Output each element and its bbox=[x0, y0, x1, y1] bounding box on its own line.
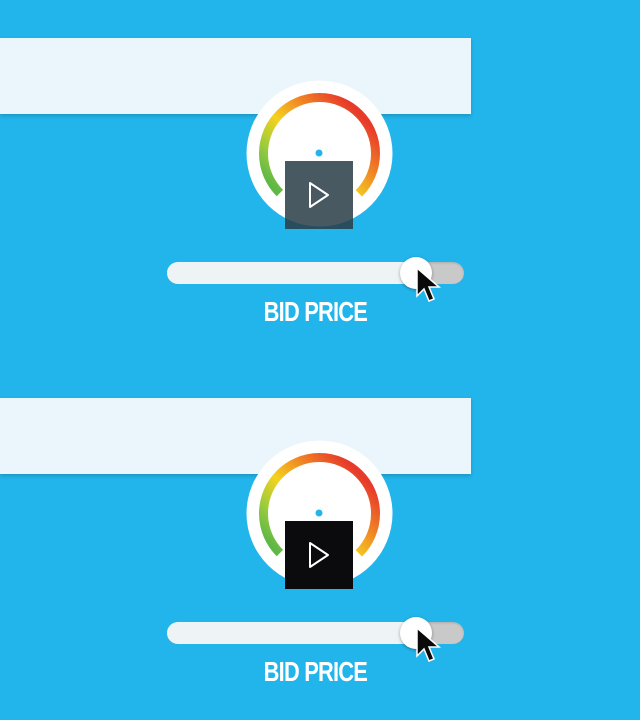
play-button[interactable] bbox=[285, 161, 353, 229]
bid-price-label: BID PRICE bbox=[263, 296, 368, 327]
bid-panel-top: BID PRICE bbox=[0, 0, 640, 360]
top-banner-bar bbox=[0, 398, 471, 474]
play-triangle-icon bbox=[309, 182, 329, 208]
play-button[interactable] bbox=[285, 521, 353, 589]
bid-price-label: BID PRICE bbox=[263, 656, 368, 687]
play-triangle-icon bbox=[309, 542, 329, 568]
top-banner-bar bbox=[0, 38, 471, 114]
slider-fill bbox=[167, 622, 417, 644]
slider-fill bbox=[167, 262, 417, 284]
bid-panel-bottom: BID PRICE bbox=[0, 360, 640, 720]
